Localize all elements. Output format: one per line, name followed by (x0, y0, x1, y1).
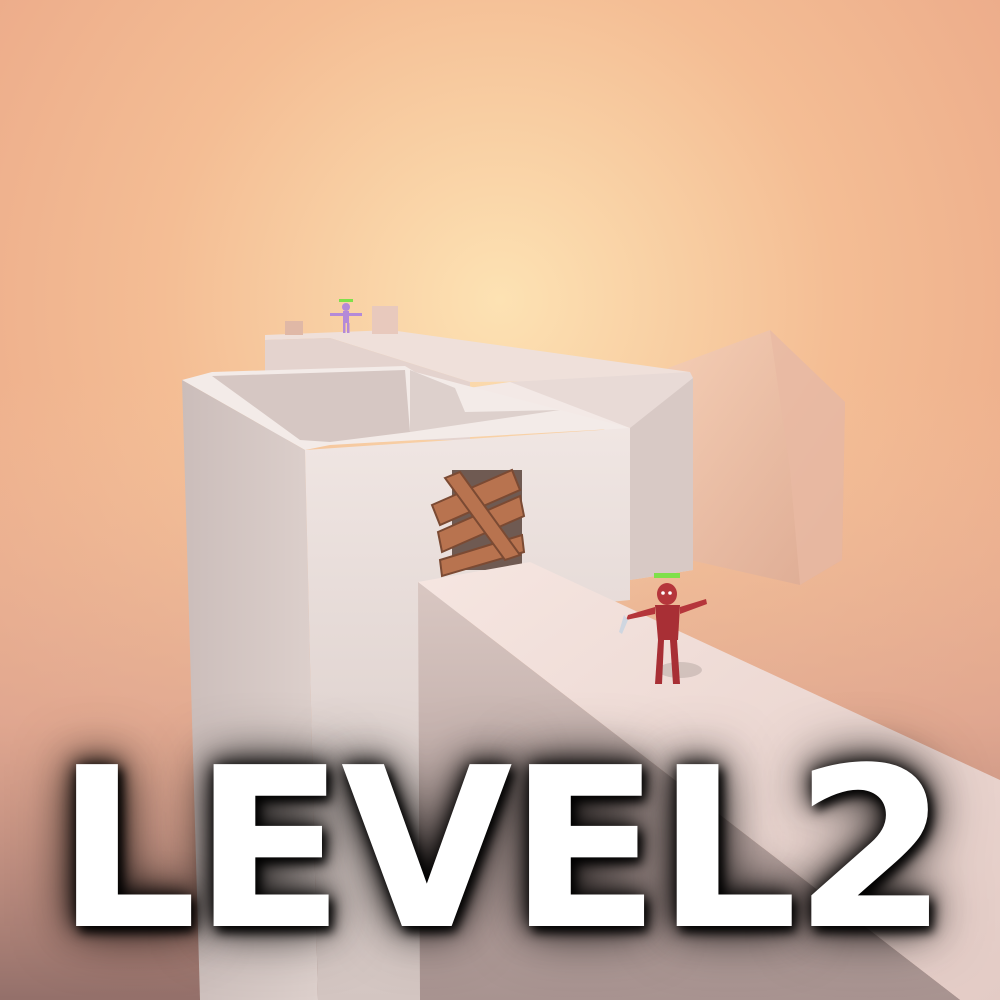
player-health-bar (654, 573, 680, 578)
enemy-health-bar (339, 299, 353, 302)
level-title: LEVEL2 (55, 721, 949, 979)
